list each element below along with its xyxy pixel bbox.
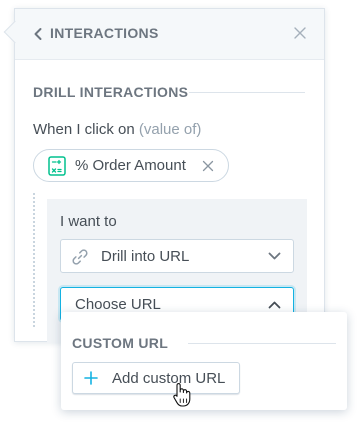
custom-url-section-title: CUSTOM URL [72, 335, 169, 351]
drill-section-title: DRILL INTERACTIONS [33, 84, 189, 100]
panel-header: INTERACTIONS [15, 9, 324, 60]
link-icon [72, 249, 88, 265]
attribute-label: % Order Amount [75, 157, 186, 174]
plus-icon [84, 371, 98, 385]
url-dropdown: CUSTOM URL Add custom URL [61, 312, 347, 410]
hand-cursor-icon [173, 383, 191, 407]
chevron-down-icon [268, 252, 281, 260]
section-divider [188, 343, 336, 344]
section-divider [189, 92, 305, 93]
panel-title[interactable]: INTERACTIONS [50, 25, 159, 41]
when-hint: (value of) [138, 121, 202, 138]
want-to-label: I want to [60, 213, 117, 230]
add-custom-url-button[interactable]: Add custom URL [72, 362, 240, 394]
calculator-metric-icon [48, 156, 66, 176]
interactions-panel: INTERACTIONS DRILL INTERACTIONS When I c… [14, 8, 325, 343]
when-label: When I click on [33, 121, 135, 138]
chevron-left-icon[interactable] [33, 27, 43, 41]
close-icon[interactable] [293, 26, 307, 40]
chevron-up-icon [268, 301, 281, 309]
attribute-chip[interactable]: % Order Amount [33, 149, 229, 182]
add-custom-url-label: Add custom URL [112, 370, 226, 387]
drill-type-select[interactable]: Drill into URL [60, 239, 294, 273]
drill-connector [33, 193, 35, 327]
close-icon[interactable] [202, 160, 214, 172]
when-click-label: When I click on (value of) [33, 121, 201, 138]
url-select-value: Choose URL [75, 296, 161, 313]
drill-type-value: Drill into URL [101, 248, 190, 265]
